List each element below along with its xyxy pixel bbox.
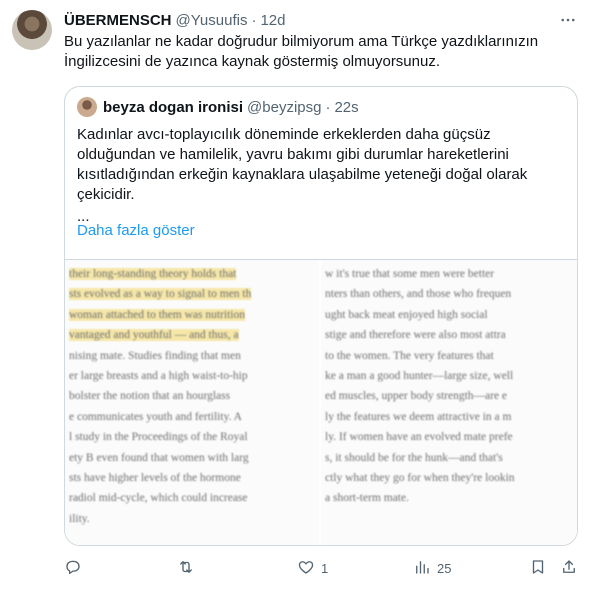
media-left-line: nising mate. Studies finding that men [69,346,315,366]
quoted-media[interactable]: their long-standing theory holds that sts… [65,259,577,545]
quoted-author-name[interactable]: beyza dogan ironisi [103,99,243,116]
quoted-author-avatar[interactable] [77,97,97,117]
media-right-line: ed muscles, upper body strength—are e [325,390,508,403]
separator-dot: · [251,11,257,29]
media-left-line: their long-standing theory holds that [69,264,315,284]
quoted-author-handle[interactable]: @beyzipsg [247,99,321,116]
media-left-line-text: bolster the notion that an hourglass [69,390,231,403]
views-chart-icon [413,558,431,579]
media-left-line-text: woman attached to them was nutrition [69,308,245,321]
media-left-line-text: ety B even found that women with larg [69,451,249,464]
media-left-line: l study in the Proceedings of the Royal [69,427,315,447]
media-left-line: ety B even found that women with larg [69,448,315,468]
media-right-line: ctly what they go for when they're looki… [325,472,515,485]
bookmark-icon [529,558,547,579]
tweet-text: Bu yazılanlar ne kadar doğrudur bilmiyor… [64,33,539,70]
media-right-line: a short-term mate. [325,492,409,505]
action-bar: 1 25 [64,558,580,578]
media-right-line: nters than others, and those who frequen [325,288,512,301]
media-left-line: e communicates youth and fertility. A [69,407,315,427]
media-left-line-text: sts evolved as a way to signal to men th [69,288,252,301]
media-right-line: ly the features we deem attractive in a … [325,410,512,423]
media-right-line: ught back meat enjoyed high social [325,308,488,321]
retweet-button[interactable] [177,558,201,578]
media-left-line-text: e communicates youth and fertility. A [69,410,242,423]
quoted-tweet[interactable]: beyza dogan ironisi @beyzipsg · 22s Kadı… [64,86,578,546]
quoted-tweet-text: Kadınlar avcı-toplayıcılık döneminde erk… [77,126,528,203]
media-left-line: bolster the notion that an hourglass [69,386,315,406]
views-count: 25 [437,560,452,576]
reply-button[interactable] [64,558,88,578]
media-left-line-text: vantaged and youthful — and thus, a [69,329,239,342]
media-left-line-text: radiol mid-cycle, which could increase [69,492,248,505]
media-right-line: s, it should be for the hunk—and that's [325,451,503,464]
share-icon [560,558,578,579]
media-left-line: er large breasts and a high waist-to-hip [69,366,315,386]
quoted-separator-dot: · [325,98,331,116]
media-left-line: vantaged and youthful — and thus, a [69,325,315,345]
media-right-line: stige and therefore were also most attra [325,329,506,342]
share-button[interactable] [560,558,578,578]
like-button[interactable]: 1 [297,558,328,578]
retweet-icon [177,558,195,579]
heart-icon [297,558,315,579]
media-left-line-text: nising mate. Studies finding that men [69,349,241,362]
media-image-right[interactable]: w it's true that some men were better nte… [321,260,577,545]
media-left-line: sts evolved as a way to signal to men th [69,284,315,304]
media-left-line: sts have higher levels of the hormone [69,468,315,488]
media-left-line-text: their long-standing theory holds that [69,268,237,280]
media-left-line-text: ility. [69,512,90,525]
media-right-line: w it's true that some men were better [325,268,495,280]
views-button[interactable]: 25 [413,558,451,578]
quoted-tweet-time[interactable]: 22s [334,99,358,116]
media-left-line-text: er large breasts and a high waist-to-hip [69,370,248,383]
media-left-line-text: sts have higher levels of the hormone [69,472,241,485]
show-more-link[interactable]: Daha fazla göster [77,221,195,241]
media-left-line: radiol mid-cycle, which could increase [69,488,315,508]
media-right-line: to the women. The very features that [325,349,494,362]
media-image-left[interactable]: their long-standing theory holds that sts… [65,260,319,545]
author-avatar[interactable] [12,10,52,50]
author-handle[interactable]: @Yusuufis [176,12,248,29]
quoted-tweet-header: beyza dogan ironisi @beyzipsg · 22s [77,97,359,117]
tweet-time[interactable]: 12d [260,12,285,29]
more-horizontal-icon[interactable] [558,10,578,30]
media-right-line: ke a man a good hunter—large size, well [325,370,514,383]
bookmark-button[interactable] [529,558,547,578]
media-left-line: woman attached to them was nutrition [69,305,315,325]
author-name[interactable]: ÜBERMENSCH [64,12,172,29]
media-right-line: ly. If women have an evolved mate prefe [325,431,513,444]
like-count: 1 [321,560,329,576]
media-left-line: ility. [69,509,315,529]
tweet-header: ÜBERMENSCH @Yusuufis · 12d [64,10,285,30]
reply-icon [64,558,82,579]
media-left-line-text: l study in the Proceedings of the Royal [69,431,248,444]
